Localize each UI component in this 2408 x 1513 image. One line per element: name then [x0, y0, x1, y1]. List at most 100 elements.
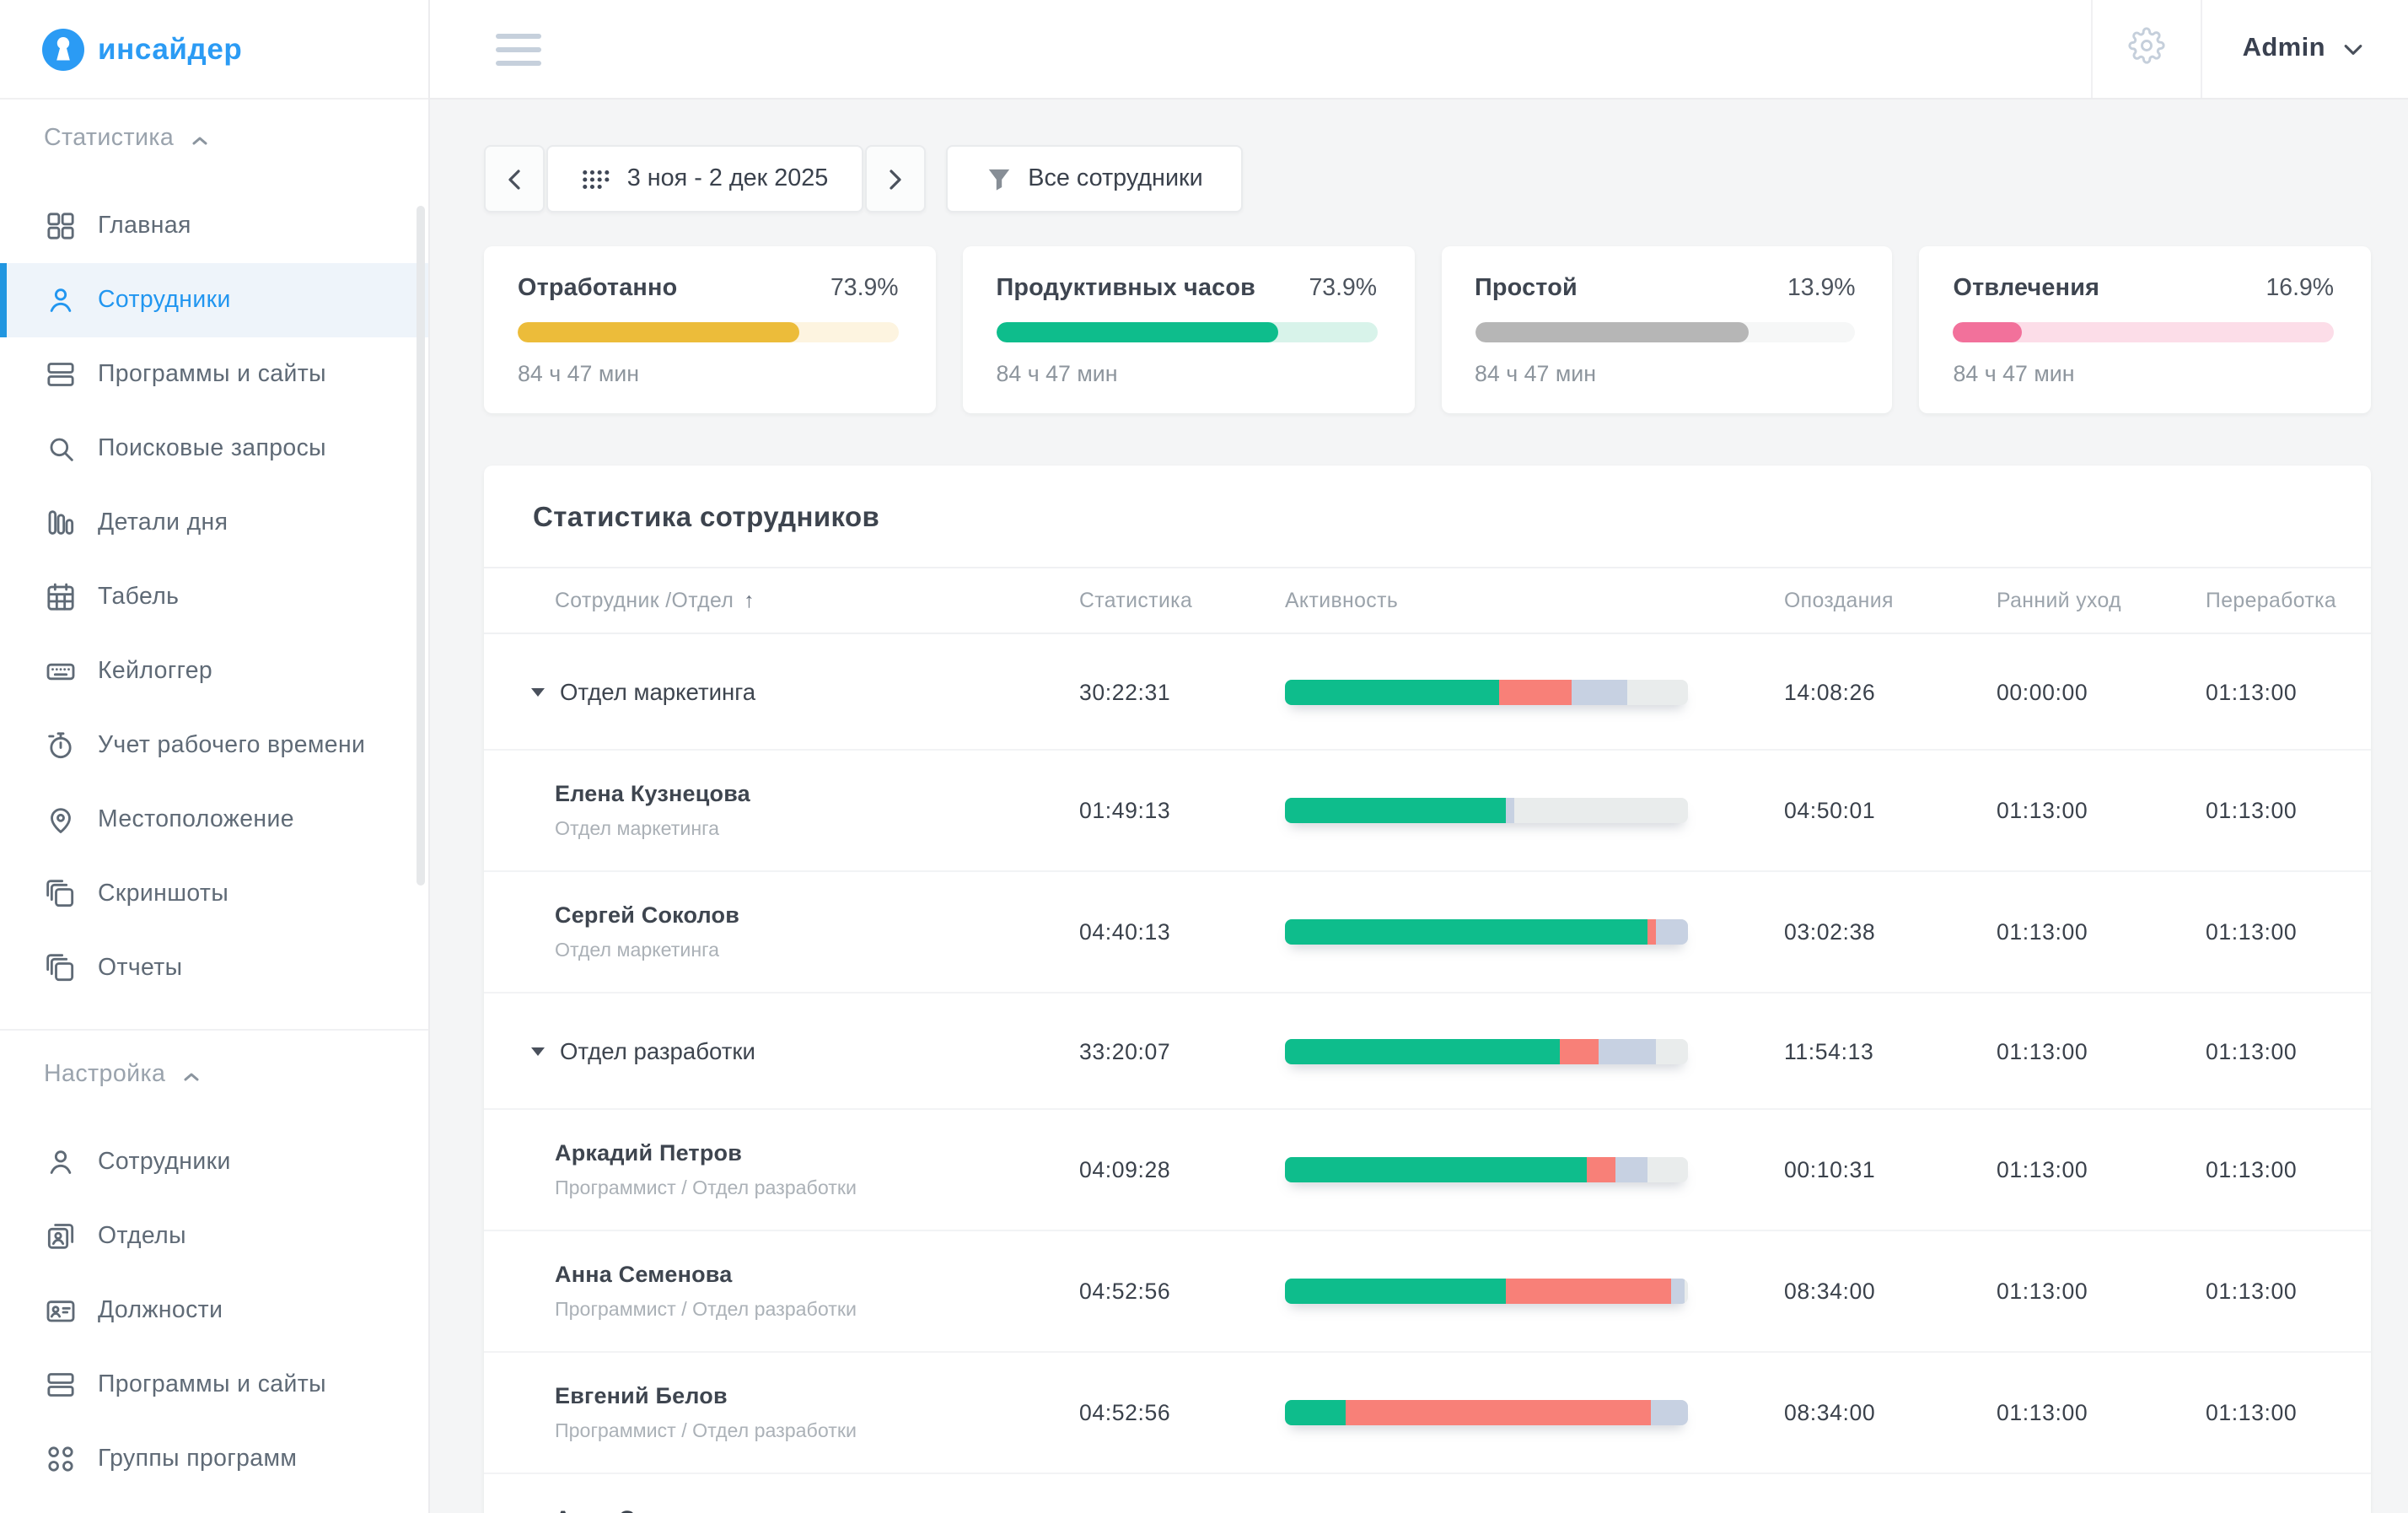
location-icon — [44, 803, 78, 837]
settings-gear-button[interactable] — [2093, 0, 2201, 98]
sidebar-item-user[interactable]: Сотрудники — [0, 263, 428, 337]
card-progress-fill — [1954, 322, 2022, 342]
sort-ascending-icon: ↑ — [744, 589, 755, 612]
table-row-employee[interactable]: Сергей Соколов Отдел маркетинга 04:40:13… — [484, 872, 2371, 993]
sidebar-item-dashboard[interactable]: Главная — [0, 189, 428, 263]
card-time: 84 ч 47 мин — [997, 361, 1378, 386]
dashboard-icon — [44, 209, 78, 243]
cell-overtime: 01:13:00 — [2206, 1157, 2337, 1182]
table-body: Отдел маркетинга 30:22:31 14:08:26 00:00… — [484, 634, 2371, 1513]
sidebar-item-location[interactable]: Местоположение — [0, 783, 428, 857]
sidebar-item-departments[interactable]: Отделы — [0, 1199, 428, 1273]
sidebar-nav: Статистика Главная Сотрудники Программы … — [0, 125, 428, 1496]
cell-late: 08:34:00 — [1784, 1400, 1997, 1425]
table-row-employee[interactable]: Аркадий Петров Программист / Отдел разра… — [484, 1110, 2371, 1231]
date-range-label: 3 ноя - 2 дек 2025 — [627, 165, 829, 192]
search-icon — [44, 432, 78, 466]
table-row-group[interactable]: Отдел разработки 33:20:07 11:54:13 01:13… — [484, 993, 2371, 1110]
row-role: Программист / Отдел разработки — [555, 1299, 1079, 1321]
table-row-employee[interactable]: Анна Семенова Программист / Отдел разраб… — [484, 1231, 2371, 1353]
item-label: Программы и сайты — [98, 1371, 326, 1399]
column-header-employee[interactable]: Сотрудник /Отдел ↑ — [555, 589, 1079, 612]
sidebar-item-groups[interactable]: Группы программ — [0, 1422, 428, 1496]
activity-idle-segment — [1656, 919, 1688, 945]
sidebar-item-keyboard[interactable]: Кейлоггер — [0, 634, 428, 708]
date-range-button[interactable]: 3 ноя - 2 дек 2025 — [546, 145, 863, 213]
card-percent: 13.9% — [1787, 275, 1855, 302]
sidebar-item-bars[interactable]: Детали дня — [0, 486, 428, 560]
activity-bar — [1285, 1279, 1688, 1304]
card-progress-fill — [518, 322, 799, 342]
activity-distraction-segment — [1498, 679, 1571, 704]
item-label: Поисковые запросы — [98, 435, 326, 463]
activity-idle-segment — [1599, 1038, 1656, 1063]
cell-early_leave: 00:00:00 — [1997, 679, 2206, 704]
sidebar-item-apps[interactable]: Программы и сайты — [0, 1348, 428, 1422]
table-row-group[interactable]: Отдел маркетинга 30:22:31 14:08:26 00:00… — [484, 634, 2371, 751]
collapse-triangle-icon[interactable] — [531, 687, 545, 696]
sidebar-item-reports[interactable]: Отчеты — [0, 931, 428, 1005]
row-name: Аркадий Петров — [555, 1140, 1079, 1166]
brand-name: инсайдер — [98, 31, 242, 67]
activity-productive-segment — [1285, 1279, 1507, 1304]
sidebar-section-header[interactable]: Настройка — [44, 1061, 384, 1088]
cell-early_leave: 01:13:00 — [1997, 1157, 2206, 1182]
sidebar-item-apps[interactable]: Программы и сайты — [0, 337, 428, 412]
activity-bar — [1285, 1157, 1688, 1182]
stopwatch-icon — [44, 729, 78, 762]
badge-icon — [44, 1294, 78, 1327]
table-row-employee[interactable]: Евгений Белов Программист / Отдел разраб… — [484, 1353, 2371, 1474]
employee-filter-button[interactable]: Все сотрудники — [946, 145, 1243, 213]
row-name: Отдел маркетинга — [560, 679, 755, 704]
table-row-employee[interactable]: Анна Семенова Программист / Отдел разраб… — [484, 1474, 2371, 1513]
sidebar-item-calendar[interactable]: Табель — [0, 560, 428, 634]
cell-overtime: 01:13:00 — [2206, 1279, 2337, 1304]
chevron-up-icon — [184, 1061, 199, 1088]
activity-productive-segment — [1285, 1038, 1559, 1063]
calendar-dots-icon — [582, 168, 610, 190]
card-progress-track — [518, 322, 899, 342]
topbar-right: Admin — [2091, 0, 2408, 98]
gear-icon — [2128, 26, 2165, 72]
card-title: Отработанно — [518, 275, 677, 302]
panel-title: Статистика сотрудников — [484, 466, 2371, 535]
card-progress-track — [1475, 322, 1856, 342]
cell-stats: 04:52:56 — [1079, 1279, 1285, 1304]
cell-early_leave: 01:13:00 — [1997, 1038, 2206, 1063]
keyboard-icon — [44, 654, 78, 688]
card-title: Отвлечения — [1954, 275, 2100, 302]
card-percent: 73.9% — [830, 275, 898, 302]
activity-productive-segment — [1285, 1400, 1346, 1425]
item-label: Детали дня — [98, 509, 228, 537]
sidebar-item-badge[interactable]: Должности — [0, 1273, 428, 1348]
menu-toggle-button[interactable] — [492, 26, 545, 72]
sidebar-item-search[interactable]: Поисковые запросы — [0, 412, 428, 486]
brand-logo-icon — [42, 28, 84, 70]
section-items: Сотрудники Отделы Должности Программы и … — [0, 1125, 428, 1496]
row-role: Отдел маркетинга — [555, 940, 1079, 961]
sidebar-section-header[interactable]: Статистика — [44, 125, 384, 152]
sidebar-item-stopwatch[interactable]: Учет рабочего времени — [0, 708, 428, 783]
collapse-triangle-icon[interactable] — [531, 1047, 545, 1055]
date-next-button[interactable] — [865, 145, 926, 213]
column-header-early-leave: Ранний уход — [1997, 589, 2206, 612]
cell-late: 11:54:13 — [1784, 1038, 1997, 1063]
sidebar-scrollbar[interactable] — [417, 206, 425, 886]
row-name: Евгений Белов — [555, 1383, 1079, 1408]
activity-productive-segment — [1285, 1157, 1588, 1182]
chevron-up-icon — [192, 125, 207, 152]
calendar-icon — [44, 580, 78, 614]
table-header: Сотрудник /Отдел ↑ Статистика Активность… — [484, 567, 2371, 634]
date-prev-button[interactable] — [484, 145, 545, 213]
user-icon — [44, 283, 78, 317]
sidebar-item-screenshots[interactable]: Скриншоты — [0, 857, 428, 931]
user-menu[interactable]: Admin — [2202, 0, 2408, 98]
screenshots-icon — [44, 877, 78, 911]
row-name: Анна Семенова — [555, 1262, 1079, 1287]
table-row-employee[interactable]: Елена Кузнецова Отдел маркетинга 01:49:1… — [484, 751, 2371, 872]
row-role: Программист / Отдел разработки — [555, 1420, 1079, 1442]
cell-overtime: 01:13:00 — [2206, 919, 2337, 945]
sidebar-item-user[interactable]: Сотрудники — [0, 1125, 428, 1199]
cell-overtime: 01:13:00 — [2206, 679, 2337, 704]
card-progress-fill — [1475, 322, 1749, 342]
